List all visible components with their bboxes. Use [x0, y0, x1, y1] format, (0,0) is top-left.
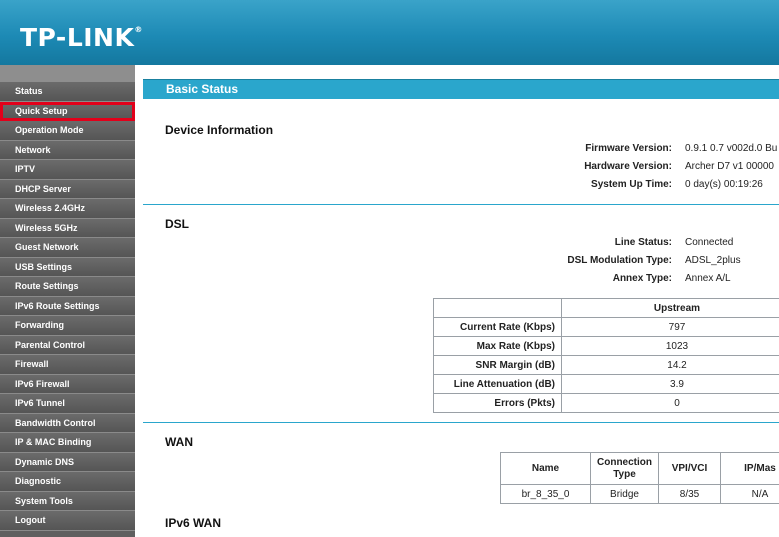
sidebar-item-ipv6-firewall[interactable]: IPv6 Firewall — [0, 374, 135, 394]
table-row: Line Attenuation (dB) 3.9 — [433, 374, 779, 394]
row-label: SNR Margin (dB) — [433, 355, 562, 375]
sidebar-item-wireless-24ghz[interactable]: Wireless 2.4GHz — [0, 199, 135, 219]
separator — [143, 422, 779, 423]
wan-col-vpi-vci: VPI/VCI — [658, 452, 721, 485]
firmware-version-value: 0.9.1 0.7 v002d.0 Bu — [685, 143, 778, 154]
sidebar-item-forwarding[interactable]: Forwarding — [0, 316, 135, 336]
uptime-label: System Up Time: — [591, 179, 672, 190]
sidebar-item-network[interactable]: Network — [0, 140, 135, 160]
wan-col-name: Name — [500, 452, 591, 485]
line-status-label: Line Status: — [614, 237, 672, 248]
sidebar-item-ip-mac-binding[interactable]: IP & MAC Binding — [0, 433, 135, 453]
table-row: br_8_35_0 Bridge 8/35 N/A — [500, 484, 779, 504]
row-value: 0 — [561, 393, 779, 413]
sidebar-top-bar — [0, 65, 135, 82]
row-label: Max Rate (Kbps) — [433, 336, 562, 356]
annex-row: Annex Type: Annex A/L — [143, 273, 779, 287]
header-bar: TP-LINK® — [0, 0, 779, 65]
hardware-version-label: Hardware Version: — [584, 161, 672, 172]
wan-heading: WAN — [165, 435, 193, 449]
uptime-row: System Up Time: 0 day(s) 00:19:26 — [143, 179, 779, 193]
row-value: 1023 — [561, 336, 779, 356]
annex-value: Annex A/L — [685, 273, 731, 284]
firmware-version-row: Firmware Version: 0.9.1 0.7 v002d.0 Bu — [143, 143, 779, 157]
wan-col-connection-type: Connection Type — [590, 452, 659, 485]
tp-link-logo: TP-LINK® — [20, 23, 143, 52]
table-header-row: Name Connection Type VPI/VCI IP/Mas — [500, 452, 779, 485]
sidebar-item-operation-mode[interactable]: Operation Mode — [0, 121, 135, 141]
table-header-upstream: Upstream — [561, 298, 779, 318]
sidebar-item-route-settings[interactable]: Route Settings — [0, 277, 135, 297]
row-label: Current Rate (Kbps) — [433, 317, 562, 337]
main-content: Basic Status Device Information Firmware… — [143, 65, 779, 537]
wan-ip: N/A — [720, 484, 779, 504]
sidebar-item-diagnostic[interactable]: Diagnostic — [0, 472, 135, 492]
sidebar-item-ipv6-tunnel[interactable]: IPv6 Tunnel — [0, 394, 135, 414]
table-row: Errors (Pkts) 0 — [433, 393, 779, 413]
sidebar-item-dhcp-server[interactable]: DHCP Server — [0, 179, 135, 199]
hardware-version-value: Archer D7 v1 00000 — [685, 161, 774, 172]
row-value: 14.2 — [561, 355, 779, 375]
wan-col-ip: IP/Mas — [720, 452, 779, 485]
line-status-row: Line Status: Connected — [143, 237, 779, 251]
sidebar-item-wireless-5ghz[interactable]: Wireless 5GHz — [0, 218, 135, 238]
sidebar-item-iptv[interactable]: IPTV — [0, 160, 135, 180]
sidebar-item-bandwidth-control[interactable]: Bandwidth Control — [0, 413, 135, 433]
sidebar-item-firewall[interactable]: Firewall — [0, 355, 135, 375]
wan-vpi-vci: 8/35 — [658, 484, 721, 504]
table-row: SNR Margin (dB) 14.2 — [433, 355, 779, 375]
device-info-heading: Device Information — [165, 123, 274, 137]
modulation-value: ADSL_2plus — [685, 255, 741, 266]
sidebar-item-logout[interactable]: Logout — [0, 511, 135, 531]
sidebar-item-status[interactable]: Status — [0, 82, 135, 102]
wan-name: br_8_35_0 — [500, 484, 591, 504]
table-row: Current Rate (Kbps) 797 — [433, 317, 779, 337]
sidebar-item-guest-network[interactable]: Guest Network — [0, 238, 135, 258]
ipv6-wan-heading: IPv6 WAN — [165, 516, 222, 530]
firmware-version-label: Firmware Version: — [585, 143, 672, 154]
row-value: 3.9 — [561, 374, 779, 394]
sidebar-item-quick-setup[interactable]: Quick Setup — [0, 101, 135, 121]
wan-table: Name Connection Type VPI/VCI IP/Mas br_8… — [500, 452, 779, 504]
page-title: Basic Status — [143, 79, 779, 99]
dsl-heading: DSL — [165, 217, 189, 231]
row-label: Line Attenuation (dB) — [433, 374, 562, 394]
sidebar-item-ipv6-route-settings[interactable]: IPv6 Route Settings — [0, 296, 135, 316]
modulation-row: DSL Modulation Type: ADSL_2plus — [143, 255, 779, 269]
uptime-value: 0 day(s) 00:19:26 — [685, 179, 763, 190]
sidebar-item-parental-control[interactable]: Parental Control — [0, 335, 135, 355]
hardware-version-row: Hardware Version: Archer D7 v1 00000 — [143, 161, 779, 175]
sidebar-item-usb-settings[interactable]: USB Settings — [0, 257, 135, 277]
table-header-blank — [433, 298, 562, 318]
line-status-value: Connected — [685, 237, 734, 248]
sidebar-item-dynamic-dns[interactable]: Dynamic DNS — [0, 452, 135, 472]
separator — [143, 204, 779, 205]
sidebar: Status Quick Setup Operation Mode Networ… — [0, 65, 135, 537]
row-value: 797 — [561, 317, 779, 337]
table-header-row: Upstream — [433, 298, 779, 318]
row-label: Errors (Pkts) — [433, 393, 562, 413]
dsl-stats-table: Upstream Current Rate (Kbps) 797 Max Rat… — [433, 298, 779, 413]
wan-connection-type: Bridge — [590, 484, 659, 504]
sidebar-item-system-tools[interactable]: System Tools — [0, 491, 135, 511]
table-row: Max Rate (Kbps) 1023 — [433, 336, 779, 356]
modulation-label: DSL Modulation Type: — [567, 255, 672, 266]
annex-label: Annex Type: — [612, 273, 672, 284]
